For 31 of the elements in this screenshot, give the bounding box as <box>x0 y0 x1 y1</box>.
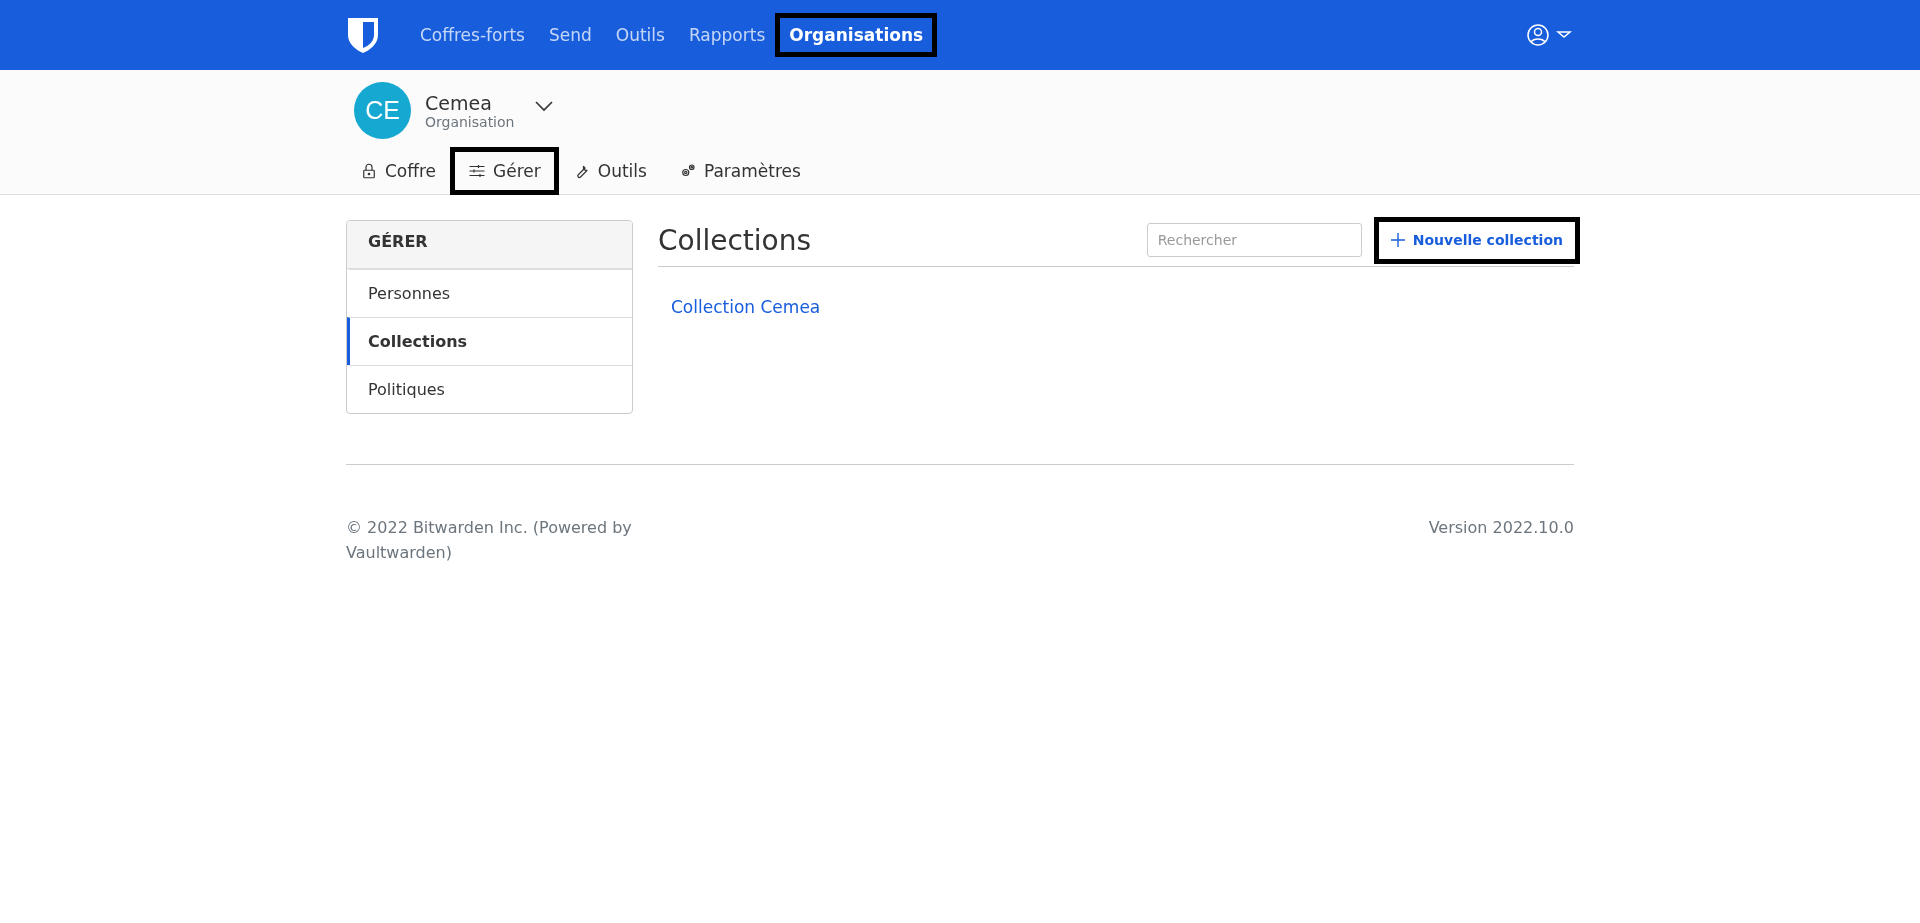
tab-label[interactable]: Gérer <box>493 161 541 181</box>
tab-label[interactable]: Coffre <box>385 161 437 181</box>
collection-link[interactable]: Collection Cemea <box>671 297 821 317</box>
organization-type: Organisation <box>425 113 515 130</box>
plus-icon <box>1390 233 1405 247</box>
organization-tab[interactable]: Paramètres <box>664 151 815 191</box>
search-field[interactable]: Rechercher <box>1146 223 1362 257</box>
account-dropdown-icon[interactable] <box>1526 23 1574 47</box>
nav-link[interactable]: Rapports <box>678 17 776 53</box>
version-text: Version 2022.10.0 <box>1428 517 1574 539</box>
tab-label[interactable]: Outils <box>597 161 647 181</box>
page-title: Collections <box>658 223 813 257</box>
chevron-down-icon[interactable] <box>534 99 555 112</box>
nav-link[interactable]: Coffres-forts <box>410 17 535 53</box>
lock-icon <box>360 162 378 180</box>
organization-tab[interactable]: Gérer <box>454 151 555 191</box>
tab-label[interactable]: Paramètres <box>703 161 801 181</box>
organization-name: Cemea <box>425 91 493 114</box>
shield-logo[interactable] <box>346 16 380 54</box>
copyright-text: © 2022 Bitwarden Inc. (Powered by Vaultwarden) <box>346 517 633 564</box>
sidebar-heading: GÉRER <box>347 221 632 269</box>
new-collection-button[interactable]: Nouvelle collection <box>1373 216 1580 264</box>
organization-tab[interactable]: Outils <box>558 151 661 191</box>
sidebar-item[interactable]: Collections <box>347 317 632 365</box>
nav-link[interactable]: Send <box>538 17 602 53</box>
sidebar-item[interactable]: Personnes <box>347 269 632 317</box>
organization-avatar: CE <box>354 82 411 139</box>
sidebar-item[interactable]: Politiques <box>347 365 632 413</box>
organization-tab[interactable]: Coffre <box>346 151 451 191</box>
sliders-icon <box>468 162 487 180</box>
nav-link[interactable]: Outils <box>605 17 675 53</box>
